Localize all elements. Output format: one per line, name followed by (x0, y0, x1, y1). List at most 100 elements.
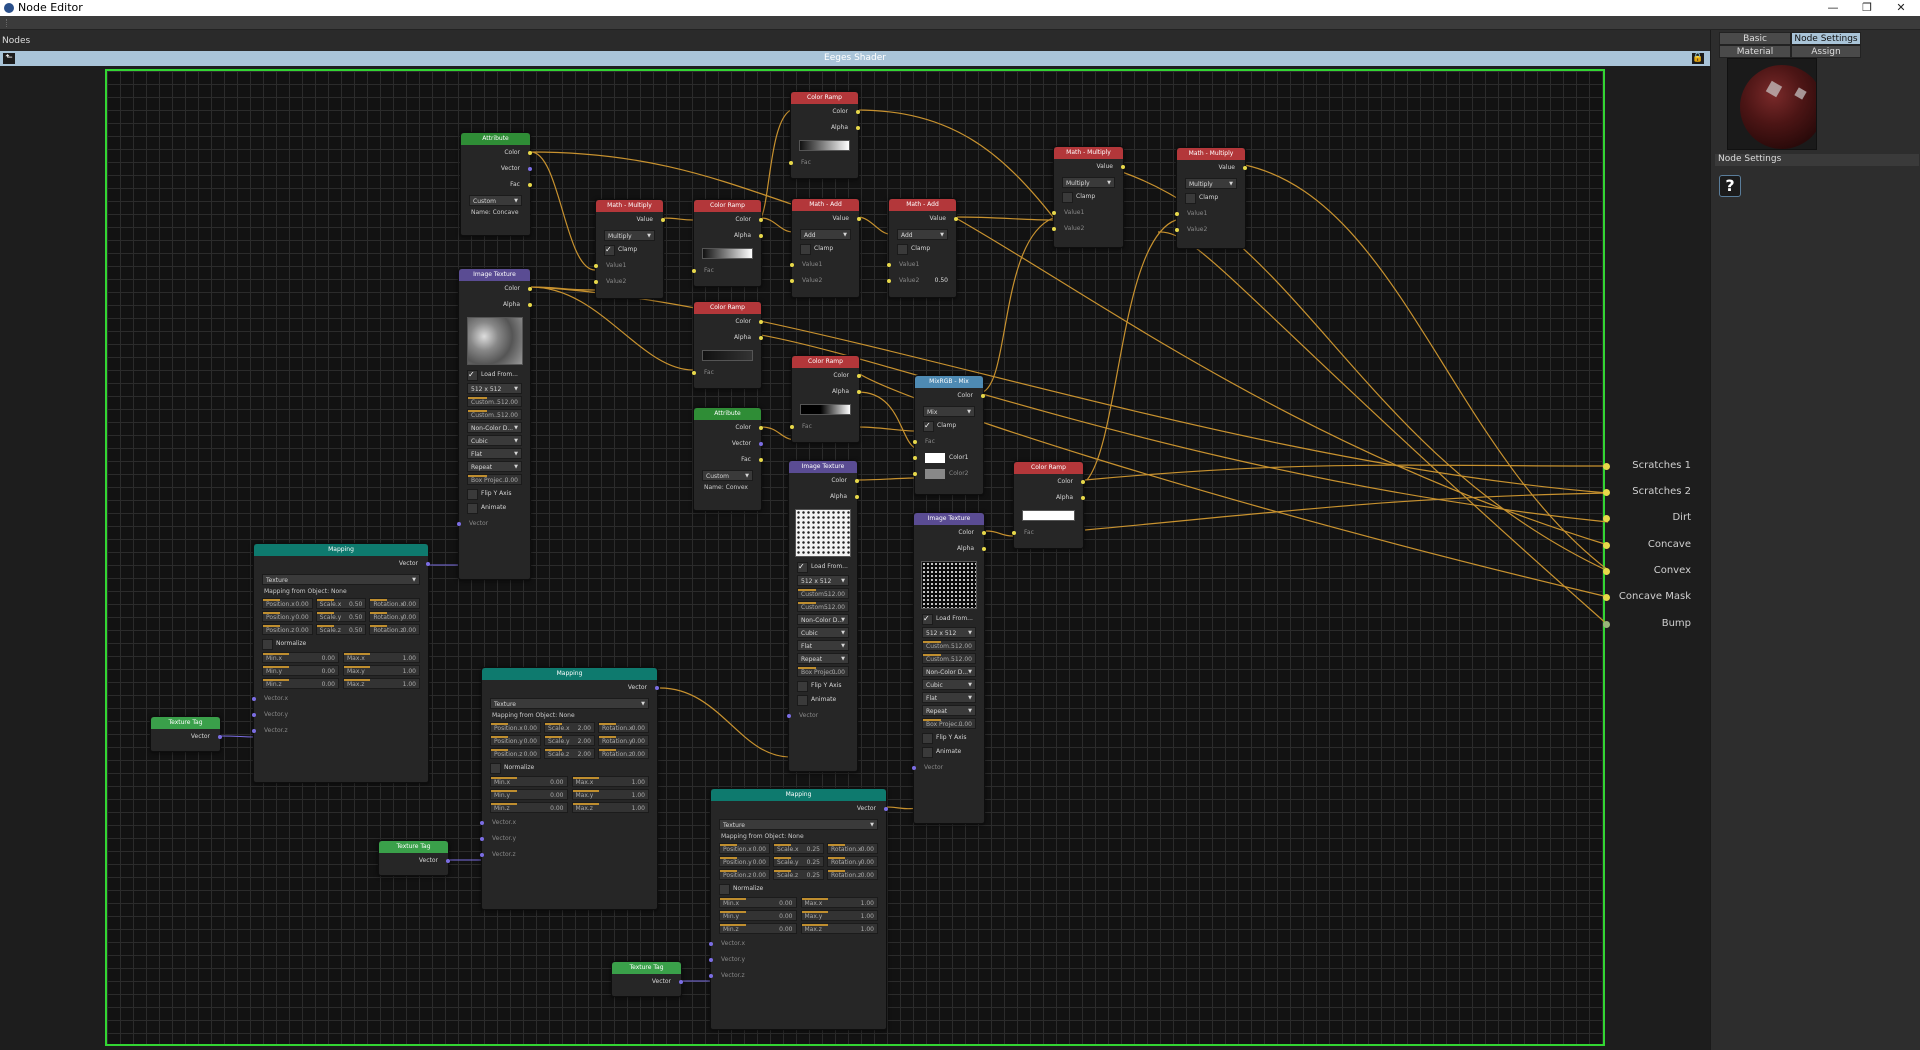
operation-dropdown[interactable]: Multiply (604, 230, 655, 242)
image-texture-node-1[interactable]: Image Texture Color Alpha Load From... 5… (457, 268, 532, 580)
vector-x-input[interactable]: Vector.x (709, 936, 886, 952)
max-x-field[interactable]: Max.x 1.00 (800, 897, 878, 908)
value1-input[interactable]: Value1 (790, 257, 859, 273)
value-output[interactable]: Value (596, 212, 665, 228)
fac-input[interactable]: Fac (692, 365, 761, 381)
attribute-type-dropdown[interactable]: Custom (469, 195, 522, 207)
attribute-node-concave[interactable]: Attribute Color Vector Fac Custom Name: … (460, 132, 532, 236)
vector-output[interactable]: Vector (694, 436, 763, 452)
mapping-type-dropdown[interactable]: Texture (719, 819, 878, 831)
vector-input[interactable]: Vector (787, 708, 857, 724)
position-z-field[interactable]: Position.z 0.00 (490, 748, 541, 759)
fac-output[interactable]: Fac (694, 452, 763, 468)
clamp-checkbox[interactable]: Clamp (1062, 191, 1115, 203)
color-ramp-gradient[interactable] (799, 140, 850, 151)
min-x-field[interactable]: Min.x 0.00 (490, 776, 568, 787)
vector-output[interactable]: Vector (482, 680, 659, 696)
rotation-y-field[interactable]: Rotation.y 0.00 (598, 735, 649, 746)
position-x-field[interactable]: Position.x 0.00 (719, 843, 770, 854)
close-button[interactable]: ✕ (1886, 0, 1916, 16)
position-y-field[interactable]: Position.y 0.00 (490, 735, 541, 746)
max-z-field[interactable]: Max.z 1.00 (571, 802, 649, 813)
mapping-node-3[interactable]: Mapping Vector Texture Mapping from Obje… (709, 788, 888, 1030)
min-z-field[interactable]: Min.z 0.00 (490, 802, 568, 813)
help-button[interactable]: ? (1719, 175, 1741, 197)
rotation-x-field[interactable]: Rotation.x 0.00 (598, 722, 649, 733)
value2-input[interactable]: Value2 (594, 274, 663, 290)
mapping-node-1[interactable]: Mapping Vector Texture Mapping from Obje… (252, 543, 430, 783)
value2-input[interactable]: Value2 (790, 273, 859, 289)
color1-input[interactable]: Color1 (913, 450, 983, 466)
color-output[interactable]: Color (694, 212, 763, 228)
clamp-checkbox[interactable]: Clamp (800, 243, 851, 255)
operation-dropdown[interactable]: Add (800, 229, 851, 241)
scale-y-field[interactable]: Scale.y 2.00 (544, 735, 595, 746)
value2-input[interactable]: Value2 (1175, 222, 1245, 238)
colorspace-dropdown[interactable]: Non-Color D... (797, 614, 849, 626)
min-z-field[interactable]: Min.z 0.00 (719, 923, 797, 934)
interpolation-dropdown[interactable]: Cubic (922, 679, 976, 691)
color-ramp-gradient[interactable] (800, 404, 851, 415)
scale-z-field[interactable]: Scale.z 0.50 (315, 624, 367, 635)
math-add-node-1[interactable]: Math - Add Value Add Clamp Value1 Value2 (790, 198, 861, 298)
color-ramp-node-d[interactable]: Color Ramp Color Alpha Fac (1012, 461, 1085, 549)
color-ramp-node-b[interactable]: Color Ramp Color Alpha Fac (692, 301, 763, 389)
parent-up-icon[interactable]: ⬑ (3, 53, 15, 64)
position-x-field[interactable]: Position.x 0.00 (490, 722, 541, 733)
vector-y-input[interactable]: Vector.y (480, 831, 657, 847)
operation-dropdown[interactable]: Multiply (1062, 177, 1115, 189)
vector-output[interactable]: Vector (612, 974, 683, 990)
value-output[interactable]: Value (792, 211, 861, 227)
color-output[interactable]: Color (694, 420, 763, 436)
color-ramp-gradient[interactable] (702, 248, 753, 259)
mixrgb-node[interactable]: MixRGB - Mix Color Mix Clamp Fac Color1 … (913, 375, 985, 495)
attribute-name[interactable]: Name: Convex (704, 484, 751, 491)
toolbar-grip-icon[interactable] (6, 19, 12, 27)
position-y-field[interactable]: Position.y 0.00 (719, 856, 770, 867)
position-z-field[interactable]: Position.z 0.00 (262, 624, 313, 635)
projection-dropdown[interactable]: Flat (797, 640, 849, 652)
fac-input[interactable]: Fac (1012, 525, 1083, 541)
value1-input[interactable]: Value1 (594, 258, 663, 274)
box-projection-field[interactable]: Box Projec... 0.00 (797, 666, 849, 677)
scale-y-field[interactable]: Scale.y 0.50 (315, 611, 367, 622)
fac-input[interactable]: Fac (692, 263, 761, 279)
rotation-z-field[interactable]: Rotation.z 0.00 (598, 748, 649, 759)
extension-dropdown[interactable]: Repeat (797, 653, 849, 665)
load-from-checkbox[interactable]: Load From... (467, 369, 522, 381)
mapping-type-dropdown[interactable]: Texture (490, 698, 649, 710)
vector-y-input[interactable]: Vector.y (709, 952, 886, 968)
value1-input[interactable]: Value1 (887, 257, 956, 273)
color-output[interactable]: Color (461, 145, 532, 161)
rotation-z-field[interactable]: Rotation.z 0.00 (369, 624, 421, 635)
texture-preview[interactable] (466, 317, 523, 365)
mapping-node-2[interactable]: Mapping Vector Texture Mapping from Obje… (480, 667, 659, 910)
rotation-z-field[interactable]: Rotation.z 0.00 (827, 869, 878, 880)
minimize-button[interactable]: — (1818, 0, 1848, 16)
color-ramp-gradient[interactable] (702, 350, 753, 361)
extension-dropdown[interactable]: Repeat (467, 461, 522, 473)
color2-input[interactable]: Color2 (913, 466, 983, 482)
normalize-checkbox[interactable]: Normalize (719, 883, 878, 895)
color-output[interactable]: Color (789, 473, 859, 489)
custom-width-field[interactable]: Custom... 512.00 (922, 640, 976, 651)
tab-assign[interactable]: Assign (1791, 45, 1861, 58)
min-y-field[interactable]: Min.y 0.00 (262, 665, 339, 676)
tab-material-settings[interactable]: Material Settings (1719, 45, 1791, 70)
animate-checkbox[interactable]: Animate (797, 694, 849, 706)
normalize-checkbox[interactable]: Normalize (262, 638, 420, 650)
vector-input[interactable]: Vector (457, 516, 530, 532)
vector-output[interactable]: Vector (461, 161, 532, 177)
attribute-name[interactable]: Name: Concave (471, 209, 520, 216)
resolution-dropdown[interactable]: 512 x 512 (922, 627, 976, 639)
rotation-y-field[interactable]: Rotation.y 0.00 (827, 856, 878, 867)
clamp-checkbox[interactable]: Clamp (923, 420, 975, 432)
min-y-field[interactable]: Min.y 0.00 (719, 910, 797, 921)
rotation-x-field[interactable]: Rotation.x 0.00 (827, 843, 878, 854)
color-output[interactable]: Color (1014, 474, 1085, 490)
value-output[interactable]: Value (1177, 160, 1247, 176)
rotation-y-field[interactable]: Rotation.y 0.00 (369, 611, 421, 622)
math-multiply-node-1[interactable]: Math - Multiply Value Multiply Clamp Val… (594, 199, 665, 299)
animate-checkbox[interactable]: Animate (467, 502, 522, 514)
vector-input[interactable]: Vector (912, 760, 984, 776)
